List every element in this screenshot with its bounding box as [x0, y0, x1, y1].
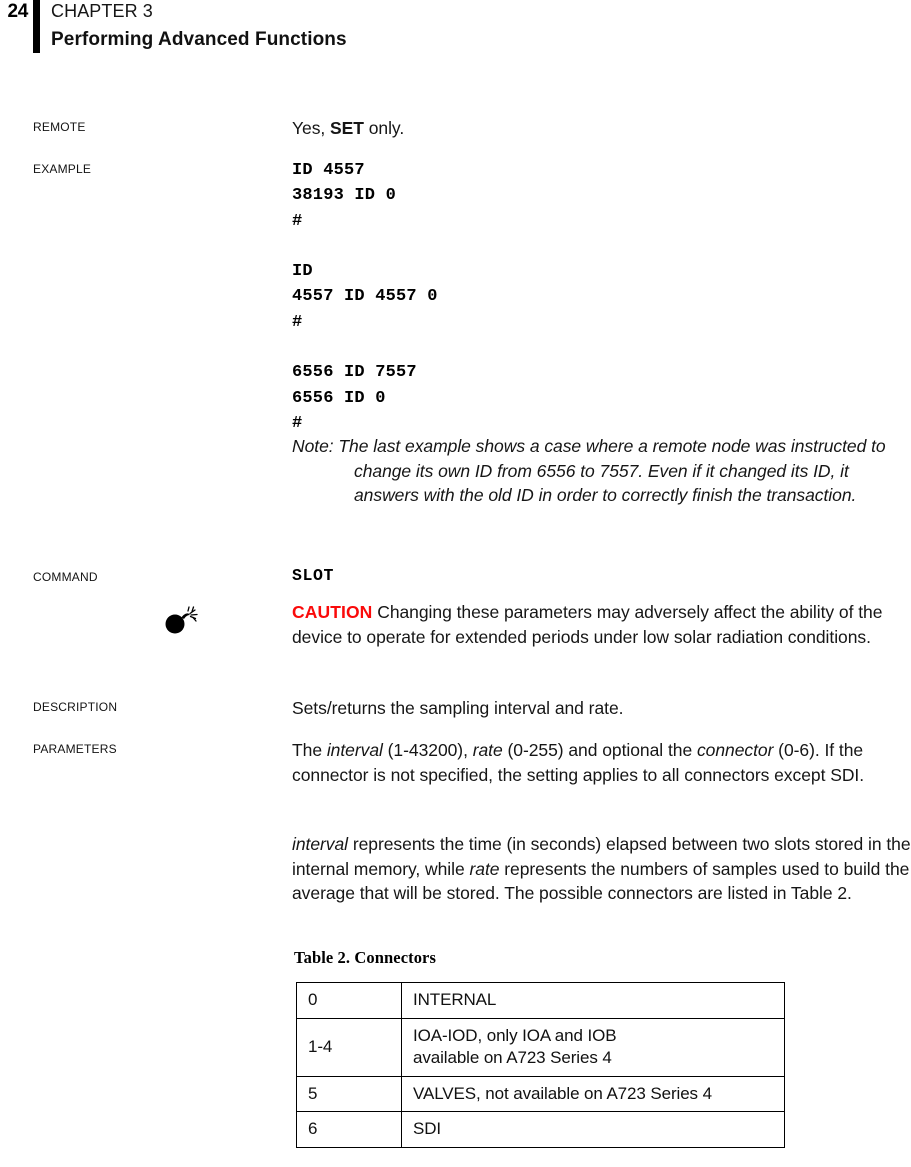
- connector-value-line1: INTERNAL: [413, 990, 497, 1009]
- param-p1-a: The: [292, 740, 327, 760]
- connector-value-line1: SDI: [413, 1119, 442, 1138]
- connector-key: 0: [296, 982, 402, 1019]
- table-row: 1-4 IOA-IOD, only IOA and IOB available …: [296, 1017, 785, 1077]
- table-row: 5 VALVES, not available on A723 Series 4: [296, 1075, 785, 1112]
- entry-label-remote: Remote: [33, 116, 86, 135]
- entry-body-caution: CAUTION Changing these parameters may ad…: [292, 600, 911, 649]
- entry-label-command: Command: [33, 566, 98, 585]
- connector-value: INTERNAL: [401, 982, 785, 1019]
- connector-key: 1-4: [296, 1017, 402, 1077]
- page-header: 24 CHAPTER 3 Performing Advanced Functio…: [0, 0, 911, 56]
- connector-value: SDI: [401, 1111, 785, 1148]
- param-p1-interval: interval: [326, 740, 383, 760]
- connector-value: VALVES, not available on A723 Series 4: [401, 1075, 785, 1112]
- parameters-paragraph-2: interval represents the time (in seconds…: [292, 832, 911, 906]
- table-row: 6 SDI: [296, 1111, 785, 1148]
- caution-keyword: CAUTION: [292, 602, 373, 622]
- command-name: SLOT: [292, 566, 335, 585]
- param-p1-connector: connector: [696, 740, 774, 760]
- connector-key: 6: [296, 1111, 402, 1148]
- caution-text: Changing these parameters may adversely …: [292, 602, 883, 647]
- header-vertical-rule: [33, 0, 40, 53]
- param-p2-rate: rate: [469, 858, 500, 879]
- connector-value-line1: IOA-IOD, only IOA and IOB: [413, 1025, 617, 1045]
- entry-body-example-note: Note: The last example shows a case wher…: [292, 434, 911, 508]
- param-p2-interval: interval: [292, 834, 349, 854]
- entry-body-command: SLOT: [292, 566, 911, 585]
- table-caption: Table 2. Connectors: [294, 948, 437, 967]
- connector-key: 5: [296, 1075, 402, 1112]
- entry-body-remote: Yes, SET only.: [292, 116, 911, 141]
- caution-paragraph: CAUTION Changing these parameters may ad…: [292, 600, 911, 649]
- table-row: 0 INTERNAL: [296, 982, 785, 1019]
- connector-value-line1: VALVES, not available on A723 Series 4: [413, 1083, 712, 1103]
- example-code-block: ID 4557 38193 ID 0 # ID 4557 ID 4557 0 #…: [292, 161, 438, 433]
- description-text: Sets/returns the sampling interval and r…: [292, 698, 624, 718]
- connector-value: IOA-IOD, only IOA and IOB available on A…: [401, 1017, 785, 1077]
- connectors-table: 0 INTERNAL 1-4 IOA-IOD, only IOA and IOB…: [296, 982, 785, 1148]
- bomb-icon: [163, 604, 203, 636]
- entry-body-parameters: The interval (1-43200), rate (0-255) and…: [292, 738, 911, 787]
- chapter-label: CHAPTER 3: [51, 1, 153, 21]
- example-note: Note: The last example shows a case wher…: [292, 436, 886, 506]
- entry-body-parameters-detail: interval represents the time (in seconds…: [292, 832, 911, 906]
- connector-value-line2: available on A723 Series 4: [413, 1048, 612, 1067]
- page-title: Performing Advanced Functions: [51, 29, 347, 50]
- remote-text-suffix: only.: [363, 118, 405, 138]
- parameters-paragraph-1: The interval (1-43200), rate (0-255) and…: [292, 738, 911, 787]
- remote-text-bold: SET: [330, 118, 364, 138]
- param-p1-b: (1-43200),: [382, 740, 473, 760]
- entry-label-example: Example: [33, 158, 92, 177]
- entry-body-example: ID 4557 38193 ID 0 # ID 4557 ID 4557 0 #…: [292, 158, 911, 436]
- param-p1-rate: rate: [472, 740, 503, 760]
- entry-label-parameters: Parameters: [33, 738, 117, 757]
- entry-body-description: Sets/returns the sampling interval and r…: [292, 696, 911, 721]
- remote-value: Yes, SET only.: [292, 116, 911, 141]
- remote-text-prefix: Yes,: [292, 118, 331, 138]
- entry-label-description: Description: [33, 696, 118, 715]
- param-p1-c: (0-255) and optional the: [502, 740, 697, 760]
- page-number: 24: [7, 1, 28, 22]
